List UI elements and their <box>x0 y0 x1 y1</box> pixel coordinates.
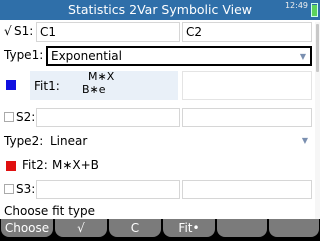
fit2-formula[interactable]: M∗X+B <box>52 158 99 172</box>
scrollbar-thumb[interactable] <box>316 24 319 72</box>
title-bar: Statistics 2Var Symbolic View 12:49 <box>0 0 320 20</box>
row-s2[interactable]: S2: <box>0 106 313 128</box>
s1-checkmark[interactable]: √ <box>4 24 12 38</box>
fit1-color-swatch[interactable] <box>6 80 16 90</box>
type2-value: Linear <box>50 134 88 148</box>
s2-dependent-column[interactable] <box>182 108 312 127</box>
fit1-exponent: M∗X <box>88 70 115 83</box>
row-fit2[interactable]: Fit2: M∗X+B <box>0 154 313 176</box>
s2-label: S2: <box>16 110 36 124</box>
view-title: Statistics 2Var Symbolic View <box>68 2 252 17</box>
s2-checkbox[interactable] <box>4 112 14 122</box>
s1-label: S1: <box>14 24 34 38</box>
row-s3[interactable]: S3: <box>0 178 313 200</box>
status-bar: Choose fit type <box>0 204 320 219</box>
s1-independent-column[interactable]: C1 <box>36 22 180 42</box>
s3-dependent-column[interactable] <box>182 180 312 199</box>
s3-label: S3: <box>16 182 36 196</box>
type2-label: Type2: <box>4 134 44 148</box>
type2-dropdown[interactable]: Type2: Linear ▼ <box>0 132 312 152</box>
check-button[interactable]: √ <box>55 219 107 237</box>
type1-value: Exponential <box>51 49 122 63</box>
fit1-formula: B∗e <box>82 83 106 96</box>
symbolic-view-list: √ S1: C1 C2 Type1: Exponential ▼ Fit1: M… <box>0 20 313 221</box>
s1-dependent-column[interactable]: C2 <box>182 22 312 42</box>
chevron-down-icon: ▼ <box>301 136 308 145</box>
fit2-color-swatch[interactable] <box>6 161 16 171</box>
row-type1[interactable]: Type1: Exponential ▼ <box>0 44 313 68</box>
softkey-5[interactable] <box>217 219 267 237</box>
type1-dropdown[interactable]: Exponential ▼ <box>46 46 312 66</box>
c-button[interactable]: C <box>109 219 161 237</box>
fit1-empty-cell <box>182 71 312 100</box>
battery-icon <box>311 3 318 17</box>
softkey-6[interactable] <box>269 219 319 237</box>
fit-button[interactable]: Fit• <box>163 219 215 237</box>
row-s1[interactable]: √ S1: C1 C2 <box>0 20 313 43</box>
type1-label: Type1: <box>4 48 44 62</box>
row-fit1[interactable]: Fit1: M∗X B∗e <box>0 68 313 104</box>
s3-independent-column[interactable] <box>36 180 180 199</box>
s2-independent-column[interactable] <box>36 108 180 127</box>
clock: 12:49 <box>284 1 308 10</box>
fit1-label: Fit1: <box>34 79 60 93</box>
status-message: Choose fit type <box>4 204 96 218</box>
s3-checkbox[interactable] <box>4 184 14 194</box>
fit2-label: Fit2: <box>22 158 48 172</box>
chevron-down-icon: ▼ <box>299 52 306 61</box>
softkey-menu: Choose √ C Fit• <box>0 219 320 241</box>
choose-button[interactable]: Choose <box>1 219 53 237</box>
row-type2[interactable]: Type2: Linear ▼ <box>0 130 313 152</box>
fit1-field[interactable]: Fit1: M∗X B∗e <box>30 70 178 100</box>
